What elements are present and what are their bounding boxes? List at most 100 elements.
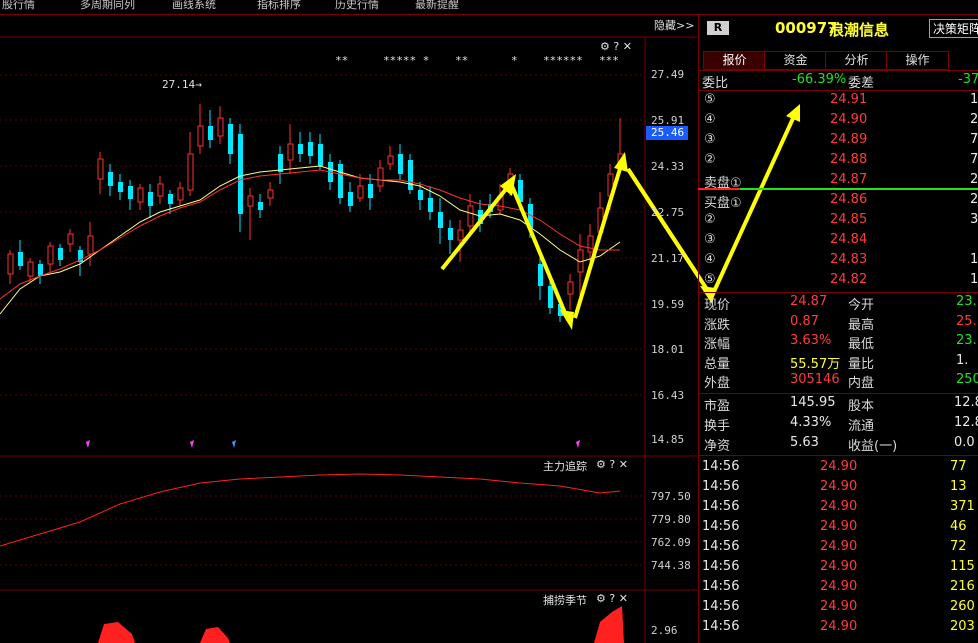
tick-price: 24.90 xyxy=(820,459,858,474)
decision-matrix-button[interactable]: 决策矩阵 xyxy=(929,19,978,38)
y-axis-label: 762.09 xyxy=(651,536,691,549)
tab-capital[interactable]: 资金 xyxy=(764,51,827,70)
sell-level-row: ⑤ 24.91 1 xyxy=(700,92,978,112)
stat-value: 5.63 xyxy=(790,435,819,450)
star-mark: ****** xyxy=(543,54,583,67)
menu-item[interactable]: 多周期同列 xyxy=(80,0,135,12)
level-volume: 1 xyxy=(970,92,978,107)
indicator2-name[interactable]: 捕捞季节 xyxy=(543,592,587,608)
candle xyxy=(438,212,443,228)
hide-panel-button[interactable]: 隐藏>> xyxy=(654,17,694,33)
level-volume: 2 xyxy=(970,172,978,187)
stat-row: 总量 55.57万 量比 1. xyxy=(700,353,978,373)
stat-value: 4.33% xyxy=(790,415,832,430)
candle xyxy=(428,198,433,212)
level-volume: 2 xyxy=(970,192,978,207)
candle xyxy=(467,205,474,227)
webi-row: 委比 -66.39% 委差 -37 xyxy=(700,72,978,92)
level-label: ④ xyxy=(704,112,716,127)
stat-row: 净资 5.63 收益(一) 0.0 xyxy=(700,435,978,455)
star-mark: ***** * xyxy=(383,54,430,67)
marker-magenta xyxy=(86,440,90,448)
stat-label: 涨跌 xyxy=(704,317,731,333)
star-mark: *** xyxy=(599,54,619,67)
stat-row: 市盈 145.95 股本 12.89 xyxy=(700,395,978,415)
indicator2-controls[interactable]: ⚙ ? ✕ xyxy=(596,592,628,605)
candle xyxy=(7,253,14,275)
stat-value: 24.87 xyxy=(790,294,828,309)
stat-row: 涨跌 0.87 最高 25. xyxy=(700,314,978,334)
buy-level-row: ④ 24.83 1 xyxy=(700,252,978,272)
tick-row: 14:56 24.90 13 xyxy=(700,479,978,499)
star-mark: * xyxy=(511,54,518,67)
stat-row: 现价 24.87 今开 23. xyxy=(700,294,978,314)
candle xyxy=(448,228,453,240)
candle xyxy=(408,160,413,190)
sell-level-row: ③ 24.89 7 xyxy=(700,132,978,152)
level-volume: 1 xyxy=(970,252,978,267)
candle xyxy=(157,183,164,197)
tab-quote[interactable]: 报价 xyxy=(703,51,766,70)
level-volume: 7 xyxy=(970,132,978,147)
stat-label: 今开 xyxy=(848,298,875,313)
stat-value: 305146 xyxy=(790,372,840,387)
level-price: 24.85 xyxy=(830,212,868,227)
candle xyxy=(38,264,43,276)
candle xyxy=(128,186,133,199)
candle xyxy=(47,245,54,265)
tick-price: 24.90 xyxy=(820,479,858,494)
level-label: ③ xyxy=(704,132,716,147)
level-price: 24.87 xyxy=(830,172,868,187)
y-axis-label: 21.17 xyxy=(651,252,685,265)
candle xyxy=(538,264,543,286)
stat-value: 0.0 xyxy=(954,435,975,450)
menu-item[interactable]: 画线系统 xyxy=(172,0,216,12)
level-label: ⑤ xyxy=(704,272,716,287)
menu-item[interactable]: 股行情 xyxy=(2,0,35,12)
kline-svg[interactable] xyxy=(0,14,697,643)
level-label: ③ xyxy=(704,232,716,247)
tick-row: 14:56 24.90 115 xyxy=(700,559,978,579)
menu-item[interactable]: 最新提醒 xyxy=(415,0,459,12)
tick-volume: 260 xyxy=(950,599,975,614)
level-label: ④ xyxy=(704,252,716,267)
stat-label: 最高 xyxy=(848,317,875,333)
stat-label: 流通 xyxy=(848,419,875,434)
tab-operation[interactable]: 操作 xyxy=(886,51,949,70)
indicator1-name[interactable]: 主力追踪 xyxy=(543,458,587,474)
stat-value: 1. xyxy=(956,352,969,368)
menu-item[interactable]: 指标排序 xyxy=(257,0,301,12)
tick-time: 14:56 xyxy=(702,459,740,474)
menu-item[interactable]: 历史行情 xyxy=(335,0,379,12)
candle xyxy=(217,117,224,137)
candle xyxy=(197,125,204,147)
candle xyxy=(58,248,63,260)
level-price: 24.82 xyxy=(830,272,868,287)
tick-time: 14:56 xyxy=(702,579,740,594)
candle xyxy=(318,144,323,166)
stat-label: 换手 xyxy=(704,419,731,434)
candle xyxy=(387,155,394,165)
stat-label: 现价 xyxy=(704,298,731,313)
y-axis-label: 14.85 xyxy=(651,433,685,446)
sell-level-row: ④ 24.90 27 xyxy=(700,112,978,132)
stat-label: 量比 xyxy=(848,356,875,372)
candle xyxy=(228,124,233,154)
candle xyxy=(177,187,184,201)
tick-price: 24.90 xyxy=(820,579,858,594)
tick-row: 14:56 24.90 203 xyxy=(700,619,978,639)
candle xyxy=(357,185,364,199)
webi-value: -66.39% xyxy=(792,72,847,87)
tick-volume: 77 xyxy=(950,459,967,474)
candle xyxy=(348,192,353,206)
tab-analysis[interactable]: 分析 xyxy=(825,51,888,70)
tick-row: 14:56 24.90 46 xyxy=(700,519,978,539)
main-chart-controls[interactable]: ⚙ ? ✕ xyxy=(600,40,632,53)
candlesticks xyxy=(7,104,624,322)
candle xyxy=(298,144,303,154)
indicator-bar-3 xyxy=(594,606,624,643)
candle xyxy=(18,252,23,266)
tick-volume: 72 xyxy=(950,539,967,554)
stat-value: 55.57万 xyxy=(790,356,841,372)
indicator1-controls[interactable]: ⚙ ? ✕ xyxy=(596,458,628,471)
